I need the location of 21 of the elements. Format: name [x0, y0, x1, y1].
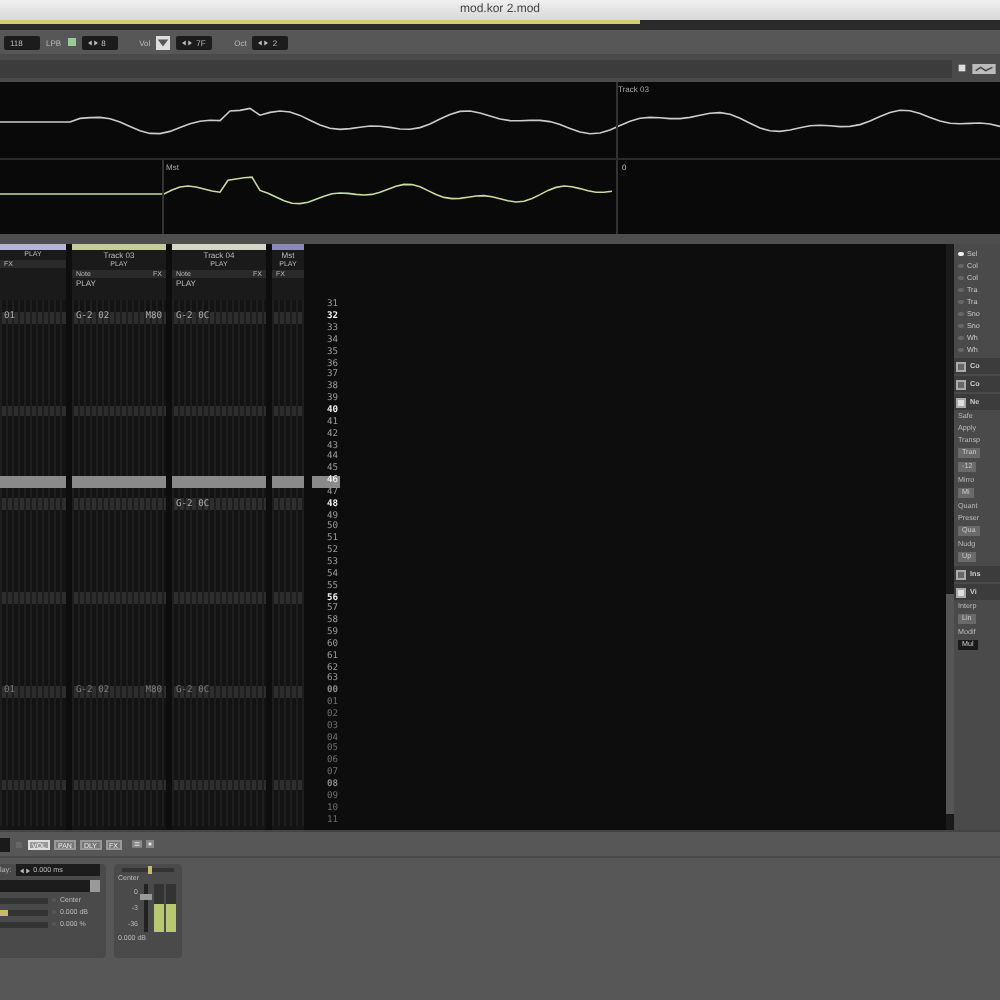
- list-icon[interactable]: [132, 840, 142, 848]
- stepper-arrows-icon[interactable]: [87, 39, 98, 45]
- pattern-row[interactable]: [272, 475, 304, 487]
- scrollbar[interactable]: [946, 244, 954, 830]
- square-icon[interactable]: [146, 840, 154, 848]
- stepper-arrows-icon[interactable]: [258, 39, 269, 45]
- pattern-row[interactable]: [172, 475, 266, 487]
- pattern-row[interactable]: [0, 475, 66, 487]
- pattern-row[interactable]: [172, 487, 266, 499]
- pattern-row[interactable]: [0, 487, 66, 499]
- stepper-arrows-icon[interactable]: [19, 867, 30, 873]
- square-icon[interactable]: [958, 64, 966, 72]
- lpb-toggle[interactable]: [67, 38, 76, 46]
- pattern-row[interactable]: [72, 487, 166, 499]
- dropdown[interactable]: [0, 880, 100, 892]
- pattern-row[interactable]: [272, 487, 304, 499]
- value-field[interactable]: [0, 837, 10, 851]
- curve-icon[interactable]: [972, 63, 996, 73]
- volume-icon[interactable]: [156, 35, 171, 49]
- pattern-row[interactable]: [72, 475, 166, 487]
- stepper-arrows-icon[interactable]: [182, 39, 193, 45]
